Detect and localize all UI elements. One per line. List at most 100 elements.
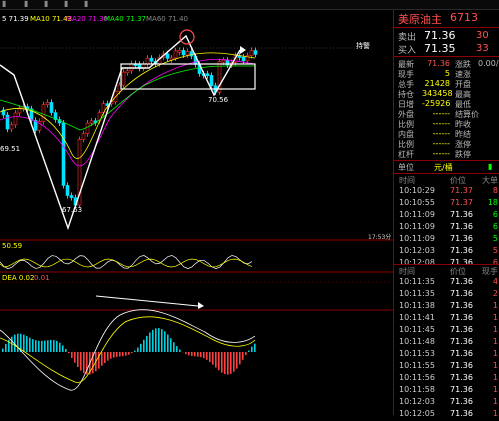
macd-bar: [188, 352, 190, 355]
vol-label: 50.59: [2, 242, 22, 250]
ma20-legend: MA20 71.30: [66, 15, 108, 23]
macd-bar: [170, 338, 172, 352]
macd-bar: [251, 347, 253, 352]
macd-bar: [131, 352, 133, 353]
quote-panel: 美原油主 6713 卖出 71.36 30 买入 71.35 33 最新71.3…: [393, 10, 499, 415]
candle: [66, 185, 69, 195]
macd-trend-line: [96, 296, 198, 306]
macd-bar: [23, 335, 25, 352]
macd-bar: [44, 341, 46, 352]
macd-bar: [110, 352, 112, 359]
candle: [42, 105, 45, 122]
macd-label: DEA 0.02: [2, 274, 34, 282]
macd-bar: [122, 352, 124, 356]
macd-bar: [29, 338, 31, 352]
tick-row: 10:12:0571.361: [394, 409, 499, 421]
macd-bar: [65, 349, 67, 352]
macd-bar: [149, 332, 151, 352]
macd-bar: [134, 351, 136, 352]
macd-bar: [161, 329, 163, 352]
macd-bar: [56, 341, 58, 352]
macd-bar: [101, 352, 103, 366]
macd-bar: [41, 341, 43, 352]
ma40-legend: MA40 71.37: [104, 15, 146, 23]
macd-bar: [62, 345, 64, 352]
macd-bar: [239, 352, 241, 364]
tick-row: 10:11:3871.361: [394, 301, 499, 313]
symbol-code: 6713: [450, 11, 478, 24]
candle: [146, 58, 149, 64]
candle: [254, 51, 257, 55]
macd-bar: [224, 352, 226, 374]
macd-bar: [5, 344, 7, 352]
macd-bar: [173, 342, 175, 352]
macd-bar: [215, 352, 217, 368]
tick-row: 10:10:5571.3718: [394, 198, 499, 210]
candle: [210, 75, 213, 85]
macd-bar: [104, 352, 106, 363]
macd-bar: [200, 352, 202, 357]
time-tag: 17:53分: [368, 233, 391, 241]
macd-bar: [83, 352, 85, 373]
candles: [2, 47, 257, 208]
macd-bar: [47, 340, 49, 352]
ma60-legend: MA60 71.40: [146, 15, 188, 23]
macd-bar: [179, 350, 181, 352]
tick-header: 时间 价位 大单: [394, 175, 499, 186]
candle: [182, 50, 185, 55]
macd-bar: [119, 352, 121, 356]
arrow-head: [240, 46, 246, 54]
macd-bar: [155, 328, 157, 352]
candle: [70, 196, 73, 198]
tick-row: 10:11:5371.361: [394, 349, 499, 361]
macd-bar: [59, 343, 61, 352]
tick-row: 10:11:0971.366: [394, 210, 499, 222]
macd-bar: [227, 352, 229, 375]
candle: [130, 64, 133, 71]
macd-bar: [245, 352, 247, 355]
macd-bar: [212, 352, 214, 365]
macd-bar: [164, 331, 166, 352]
macd-bar: [194, 352, 196, 356]
macd-bar: [221, 352, 223, 373]
candle: [10, 125, 13, 129]
macd-bar: [98, 352, 100, 369]
macd-bar: [254, 344, 256, 352]
macd-histogram: [2, 328, 256, 374]
macd-arrow-head: [198, 302, 204, 309]
candle: [86, 123, 89, 134]
macd-bar: [203, 352, 205, 358]
price-label-high: 69.51: [0, 145, 20, 153]
macd-bar: [68, 352, 70, 353]
macd-bar: [233, 352, 235, 372]
tick-row: 10:11:0971.366: [394, 222, 499, 234]
macd-bar: [137, 348, 139, 352]
chart-icon: ▮: [488, 162, 492, 171]
macd-bar: [146, 336, 148, 352]
candle: [178, 50, 181, 52]
macd-bar: [128, 352, 130, 355]
macd-bar: [236, 352, 238, 369]
tick-row: 10:11:5571.361: [394, 361, 499, 373]
candle: [222, 60, 225, 62]
candle: [14, 113, 17, 125]
candle: [174, 51, 177, 58]
macd-bar: [17, 334, 19, 352]
tick-row: 10:11:5871.361: [394, 385, 499, 397]
symbol-title[interactable]: 美原油主 6713: [396, 10, 499, 26]
macd-bar: [158, 328, 160, 352]
ma5-legend: 5 71.39: [2, 15, 29, 23]
sell-qty: 30: [476, 30, 489, 41]
macd-bar: [113, 352, 115, 358]
buy-row: 买入 71.35 33: [394, 43, 499, 56]
stat-row: 杠杆------跌停: [394, 149, 499, 160]
macd-bar: [77, 352, 79, 367]
macd-bar: [197, 352, 199, 357]
candle: [62, 123, 65, 185]
futures-chart[interactable]: 5 71.39 MA10 71.43 MA20 71.30 MA40 71.37…: [0, 0, 393, 415]
candle: [46, 102, 49, 104]
candle: [150, 58, 153, 61]
candle: [90, 121, 93, 123]
macd-bar: [242, 352, 244, 360]
macd-bar: [32, 339, 34, 352]
